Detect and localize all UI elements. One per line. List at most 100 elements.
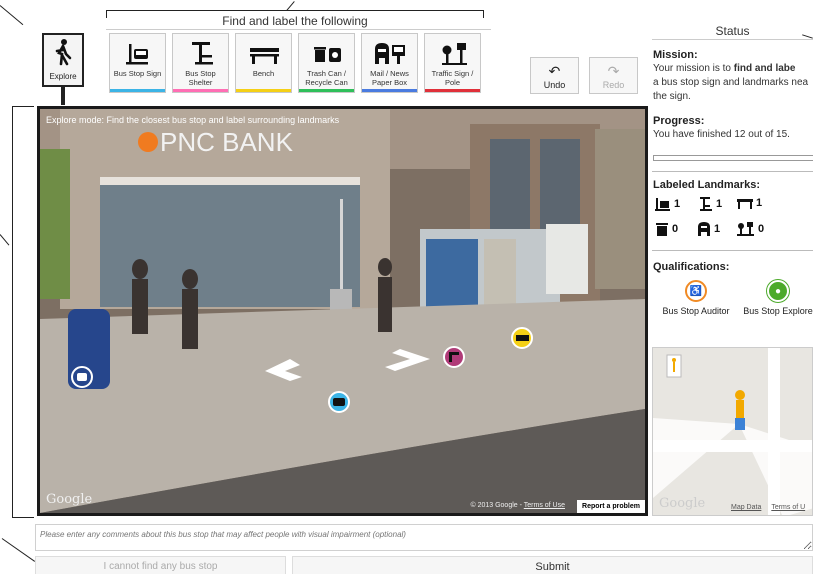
traffic-sign-icon xyxy=(442,43,467,65)
explorer-badge-icon: ● xyxy=(767,280,789,302)
label-marker-bus-stop-shelter[interactable] xyxy=(443,346,465,368)
mailbox-icon xyxy=(375,43,405,64)
walking-person-icon xyxy=(55,39,72,66)
map-canvas xyxy=(653,348,812,515)
tool-bus-stop-shelter[interactable]: Bus Stop Shelter xyxy=(172,33,229,93)
report-problem-link[interactable]: Report a problem xyxy=(577,500,645,513)
tool-mailbox[interactable]: Mail / News Paper Box xyxy=(361,33,418,93)
bench-icon xyxy=(515,335,529,341)
tool-label: Mail / News Paper Box xyxy=(370,69,409,87)
tool-bench[interactable]: Bench xyxy=(235,33,292,93)
auditor-badge-icon: ♿ xyxy=(685,280,707,302)
mailbox-icon xyxy=(77,373,87,381)
undo-button[interactable]: ↶ Undo xyxy=(530,57,579,94)
comment-field[interactable] xyxy=(35,524,813,551)
tool-color-bar xyxy=(362,89,417,92)
mission-line-2: a bus stop sign and landmarks nea xyxy=(653,77,809,88)
mission-line-3: the sign. xyxy=(653,91,691,102)
explore-label: Explore xyxy=(49,72,77,81)
guide-line xyxy=(1,538,36,562)
bus-stop-shelter-icon xyxy=(700,197,712,211)
landmark-count: 1 xyxy=(714,223,721,235)
landmark-count: 0 xyxy=(672,223,679,235)
tool-color-bar xyxy=(236,89,291,92)
toolbar-title: Find and label the following xyxy=(222,14,368,28)
divider xyxy=(652,250,813,251)
tool-label: Bus Stop Shelter xyxy=(185,69,216,87)
label-marker-bench[interactable] xyxy=(511,327,533,349)
redo-button[interactable]: ↷ Redo xyxy=(589,57,638,94)
tool-color-bar xyxy=(110,89,165,92)
bench-icon xyxy=(250,48,279,64)
status-title: Status xyxy=(715,24,750,38)
tool-bus-stop-sign[interactable]: Bus Stop Sign xyxy=(109,33,166,93)
landmark-count: 1 xyxy=(674,198,681,210)
landmark-count-bus-stop-shelter: 1 xyxy=(699,197,722,211)
landmark-count-bus-stop-sign: 1 xyxy=(655,197,680,211)
landmark-count: 0 xyxy=(758,223,765,235)
tool-traffic-sign[interactable]: Traffic Sign / Pole xyxy=(424,33,481,93)
mode-banner: Explore mode: Find the closest bus stop … xyxy=(46,115,340,125)
guide-line xyxy=(12,106,13,518)
qualification-label: Bus Stop Explore xyxy=(743,306,813,316)
guide-line xyxy=(0,234,10,246)
landmark-count-mailbox: 1 xyxy=(697,222,720,236)
bus-stop-sign-icon xyxy=(126,44,148,65)
toolbar-bracket xyxy=(106,10,484,11)
mini-map[interactable]: Google Map Data Terms of U xyxy=(652,347,813,516)
landmark-count: 1 xyxy=(716,198,723,210)
mailbox-icon xyxy=(698,222,710,236)
bus-stop-sign-icon xyxy=(333,398,345,406)
google-logo: Google xyxy=(46,492,93,507)
trash-can-icon xyxy=(314,47,341,62)
progress-heading: Progress: xyxy=(653,115,705,127)
landmark-count-traffic-sign: 0 xyxy=(737,222,764,236)
explore-button[interactable]: Explore xyxy=(42,33,84,87)
explore-connector xyxy=(61,87,65,105)
progress-fill xyxy=(654,156,782,160)
redo-label: Redo xyxy=(602,80,625,90)
trash-can-icon xyxy=(656,223,668,236)
guide-line xyxy=(12,106,34,107)
terms-link[interactable]: Terms of Use xyxy=(524,502,565,509)
landmarks-heading: Labeled Landmarks: xyxy=(653,179,760,191)
traffic-sign-icon xyxy=(737,222,754,236)
map-data-link[interactable]: Map Data xyxy=(731,504,761,511)
tool-trash-can[interactable]: Trash Can / Recycle Can xyxy=(298,33,355,93)
tool-color-bar xyxy=(425,89,480,92)
bench-icon xyxy=(737,199,753,209)
tool-color-bar xyxy=(173,89,228,92)
label-marker-bus-stop-sign[interactable] xyxy=(328,391,350,413)
street-view-panel[interactable]: PNC BANK Explore mode: Find the closest … xyxy=(37,106,648,516)
divider xyxy=(652,39,813,40)
cannot-find-bus-stop-button[interactable]: I cannot find any bus stop xyxy=(35,556,286,574)
bus-stop-shelter-icon xyxy=(449,352,459,362)
tool-color-bar xyxy=(299,89,354,92)
divider xyxy=(652,171,813,172)
progress-bar xyxy=(653,155,813,161)
undo-icon: ↶ xyxy=(548,63,561,79)
bus-stop-shelter-icon xyxy=(192,42,213,65)
landmark-count-bench: 1 xyxy=(737,197,762,209)
qualification-bus-stop-auditor: ♿ Bus Stop Auditor xyxy=(655,280,737,316)
mission-emphasis: find and labe xyxy=(733,63,796,74)
redo-icon: ↷ xyxy=(607,63,620,79)
copyright-label: © 2013 Google - xyxy=(470,502,522,509)
mission-line-1: Your mission is to find and labe xyxy=(653,63,813,75)
map-attribution: Map Data Terms of U xyxy=(731,504,805,511)
map-terms-link[interactable]: Terms of U xyxy=(771,504,805,511)
tool-label: Bench xyxy=(252,69,275,78)
qualification-label: Bus Stop Auditor xyxy=(662,306,730,316)
landmark-count-trash-can: 0 xyxy=(655,222,678,236)
guide-line xyxy=(12,517,34,518)
mission-text: Your mission is to xyxy=(653,63,734,74)
qualifications-heading: Qualifications: xyxy=(653,261,730,273)
mission-heading: Mission: xyxy=(653,49,698,61)
label-marker-mailbox[interactable] xyxy=(71,366,93,388)
tool-label: Bus Stop Sign xyxy=(113,69,162,78)
submit-button[interactable]: Submit xyxy=(292,556,813,574)
undo-label: Undo xyxy=(543,80,566,90)
tool-label: Trash Can / Recycle Can xyxy=(305,69,348,87)
divider xyxy=(106,29,491,30)
copyright-text: © 2013 Google - Terms of Use xyxy=(470,502,565,509)
